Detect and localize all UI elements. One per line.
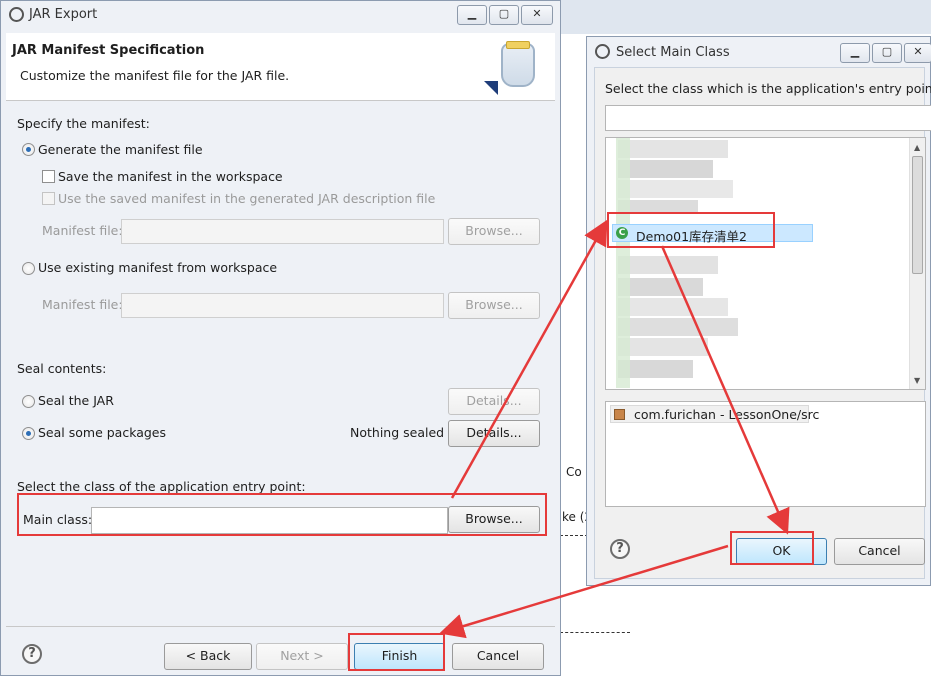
annotation-arrows xyxy=(439,219,790,639)
arrow-main-class-to-list xyxy=(450,219,608,499)
arrow-list-to-ok xyxy=(660,245,790,535)
arrow-ok-to-finish xyxy=(439,544,729,639)
